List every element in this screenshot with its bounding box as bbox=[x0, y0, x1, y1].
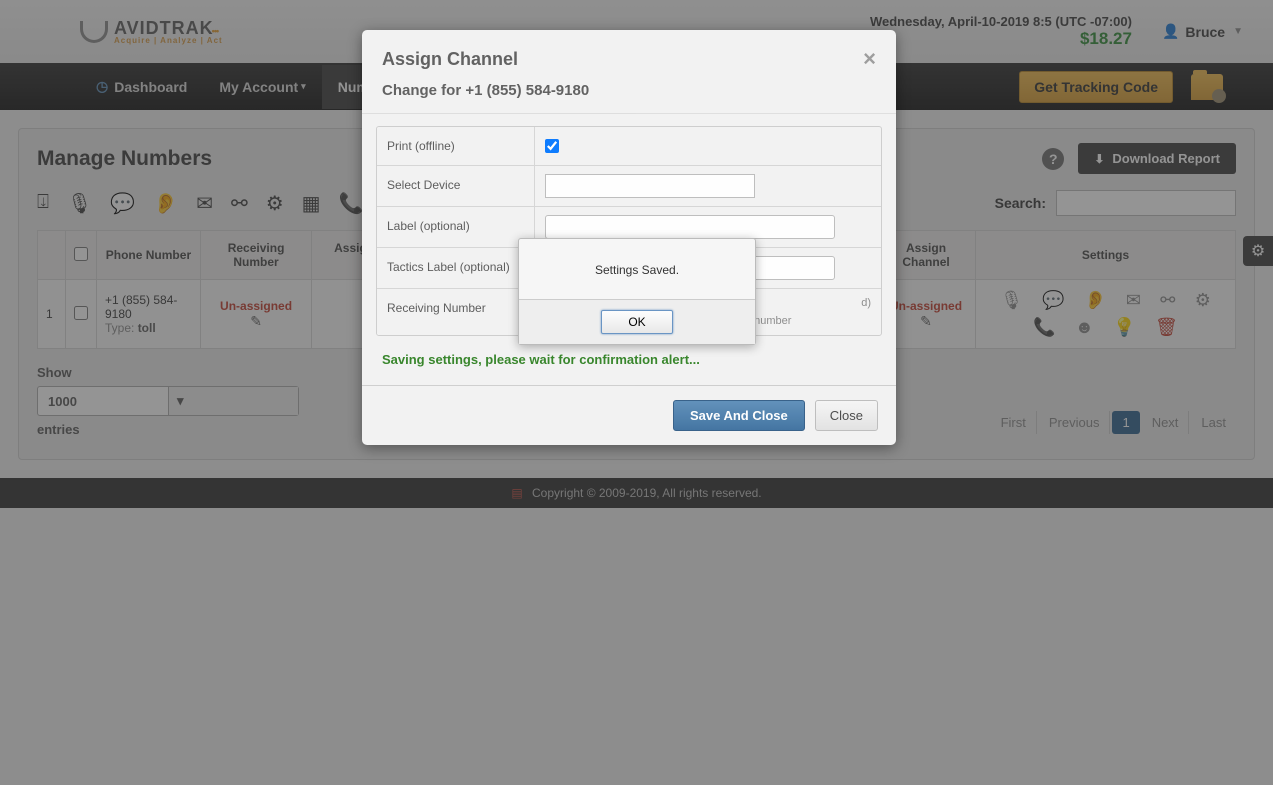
confirm-message: Settings Saved. bbox=[519, 239, 755, 299]
modal-title: Assign Channel bbox=[382, 49, 518, 70]
label-device: Select Device bbox=[377, 166, 535, 206]
close-button[interactable]: Close bbox=[815, 400, 878, 431]
save-and-close-button[interactable]: Save And Close bbox=[673, 400, 805, 431]
modal-close-icon[interactable]: × bbox=[863, 46, 876, 72]
label-receiving: Receiving Number bbox=[377, 289, 535, 335]
ok-button[interactable]: OK bbox=[601, 310, 673, 334]
label-tactics: Tactics Label (optional) bbox=[377, 248, 535, 288]
device-input[interactable] bbox=[545, 174, 755, 198]
confirm-dialog: Settings Saved. OK bbox=[518, 238, 756, 345]
print-offline-checkbox[interactable] bbox=[545, 139, 559, 153]
label-input[interactable] bbox=[545, 215, 835, 239]
label-print: Print (offline) bbox=[377, 127, 535, 165]
label-label: Label (optional) bbox=[377, 207, 535, 247]
saving-message: Saving settings, please wait for confirm… bbox=[362, 346, 896, 385]
modal-subtitle: Change for +1 (855) 584-9180 bbox=[362, 82, 896, 114]
